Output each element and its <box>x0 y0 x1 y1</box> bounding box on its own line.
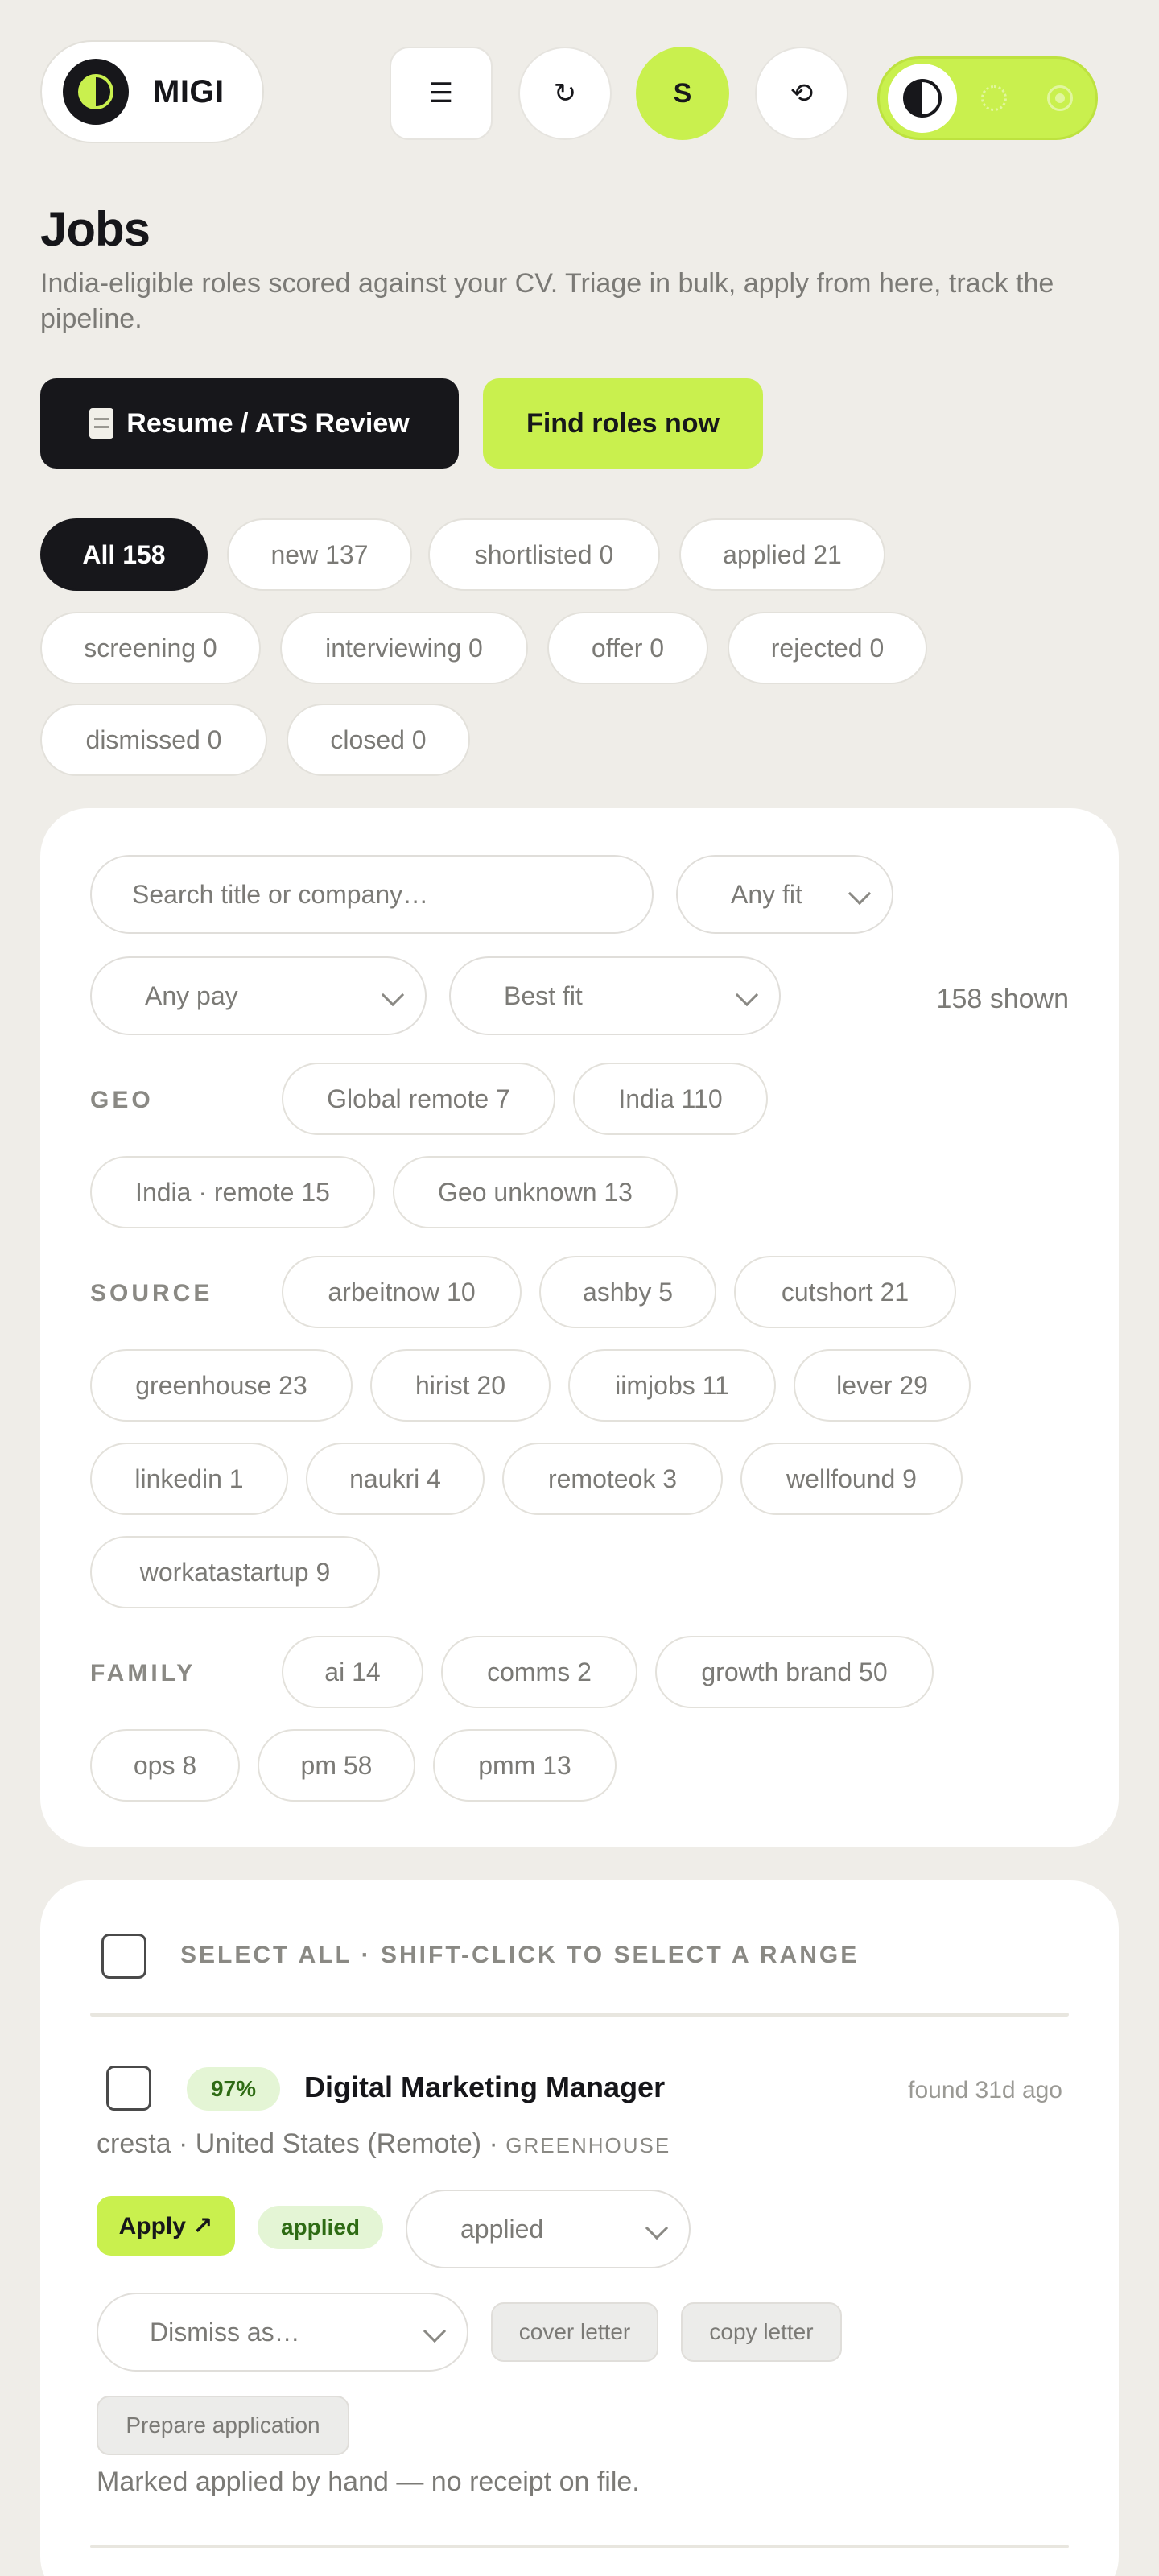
refresh-icon: ↻ <box>553 78 577 109</box>
dismiss-select[interactable]: Dismiss as… <box>97 2293 468 2372</box>
jobs-list: SELECT ALL · SHIFT-CLICK TO SELECT A RAN… <box>40 1880 1119 2576</box>
found-time: found 31d ago <box>908 2077 1062 2103</box>
page-title: Jobs <box>40 202 151 256</box>
geo-chip[interactable]: Global remote 7 <box>282 1063 555 1135</box>
pay-select[interactable]: Any pay <box>90 956 427 1035</box>
job-title[interactable]: Digital Marketing Manager <box>304 2070 665 2104</box>
cover-letter-button[interactable]: cover letter <box>491 2302 658 2362</box>
status-filter-closed[interactable]: closed 0 <box>287 704 470 776</box>
source-chip[interactable]: arbeitnow 10 <box>282 1256 522 1328</box>
source-label: SOURCE <box>90 1280 213 1307</box>
source-chip[interactable]: wellfound 9 <box>740 1443 963 1515</box>
status-filter-all[interactable]: All 158 <box>40 518 208 591</box>
theme-toggle[interactable] <box>877 56 1098 140</box>
job-select-checkbox[interactable] <box>106 2066 151 2111</box>
source-chip[interactable]: workatastartup 9 <box>90 1536 380 1608</box>
status-filter-applied[interactable]: applied 21 <box>679 518 885 591</box>
status-filter-offer[interactable]: offer 0 <box>547 612 708 684</box>
find-roles-button[interactable]: Find roles now <box>483 378 763 469</box>
fit-select-value: Any fit <box>731 879 802 909</box>
family-chip[interactable]: comms 2 <box>441 1636 637 1708</box>
geo-chip[interactable]: India 110 <box>573 1063 768 1135</box>
status-filter-interviewing[interactable]: interviewing 0 <box>280 612 528 684</box>
copy-letter-button[interactable]: copy letter <box>681 2302 842 2362</box>
family-chip[interactable]: ai 14 <box>282 1636 423 1708</box>
status-select-value: applied <box>460 2214 544 2244</box>
source-chip[interactable]: naukri 4 <box>306 1443 485 1515</box>
application-note: Marked applied by hand — no receipt on f… <box>97 2467 640 2497</box>
source-chip[interactable]: remoteok 3 <box>502 1443 723 1515</box>
avatar[interactable]: S <box>636 47 729 140</box>
resume-ats-button[interactable]: Resume / ATS Review <box>40 378 459 469</box>
family-chip[interactable]: pmm 13 <box>433 1729 617 1802</box>
brand-logo[interactable]: MIGI <box>40 40 264 143</box>
divider <box>90 2013 1069 2017</box>
status-filter-new[interactable]: new 137 <box>227 518 412 591</box>
family-chip[interactable]: pm 58 <box>258 1729 415 1802</box>
source-chip[interactable]: cutshort 21 <box>734 1256 956 1328</box>
search-input[interactable]: Search title or company… <box>90 855 654 934</box>
family-chip[interactable]: growth brand 50 <box>655 1636 934 1708</box>
prepare-application-button[interactable]: Prepare application <box>97 2396 349 2455</box>
shown-count: 158 shown <box>936 984 1069 1014</box>
pay-select-value: Any pay <box>145 980 238 1010</box>
geo-label: GEO <box>90 1087 154 1113</box>
geo-chip[interactable]: Geo unknown 13 <box>393 1156 678 1228</box>
chevron-down-icon <box>848 881 872 906</box>
sun-icon[interactable] <box>981 85 1007 111</box>
contrast-icon <box>888 64 957 133</box>
status-filter-shortlisted[interactable]: shortlisted 0 <box>428 518 660 591</box>
select-all-label: SELECT ALL · SHIFT-CLICK TO SELECT A RAN… <box>180 1942 860 1968</box>
status-filter-dismissed[interactable]: dismissed 0 <box>40 704 267 776</box>
geo-chip[interactable]: India · remote 15 <box>90 1156 375 1228</box>
company-location: cresta · United States (Remote) <box>97 2128 482 2159</box>
history-button[interactable]: ⟲ <box>755 47 848 140</box>
status-select[interactable]: applied <box>406 2190 691 2268</box>
menu-button[interactable]: ☰ <box>390 47 493 140</box>
fit-select[interactable]: Any fit <box>676 855 893 934</box>
sort-select-value: Best fit <box>504 980 583 1010</box>
source-chip[interactable]: greenhouse 23 <box>90 1349 353 1422</box>
history-icon: ⟲ <box>790 78 814 109</box>
family-chip[interactable]: ops 8 <box>90 1729 240 1802</box>
status-badge: applied <box>258 2206 383 2249</box>
logo-icon <box>63 59 129 125</box>
avatar-initial: S <box>673 77 692 109</box>
chevron-down-icon <box>423 2319 447 2343</box>
fit-score-badge: 97% <box>187 2067 280 2111</box>
resume-ats-label: Resume / ATS Review <box>126 407 410 439</box>
chevron-down-icon <box>381 983 405 1007</box>
source-chip[interactable]: linkedin 1 <box>90 1443 288 1515</box>
page-subtitle: India-eligible roles scored against your… <box>40 268 1054 334</box>
status-filter-screening[interactable]: screening 0 <box>40 612 261 684</box>
source-chip[interactable]: iimjobs 11 <box>568 1349 776 1422</box>
refresh-button[interactable]: ↻ <box>518 47 612 140</box>
source-chip[interactable]: hirist 20 <box>370 1349 551 1422</box>
source-chip[interactable]: ashby 5 <box>539 1256 716 1328</box>
divider <box>90 2545 1069 2548</box>
sort-select[interactable]: Best fit <box>449 956 781 1035</box>
dismiss-select-value: Dismiss as… <box>150 2317 300 2347</box>
chevron-down-icon <box>735 983 759 1007</box>
select-all-checkbox[interactable] <box>101 1934 146 1979</box>
source-chip[interactable]: lever 29 <box>794 1349 971 1422</box>
job-source: GREENHOUSE <box>505 2133 671 2157</box>
document-icon <box>89 408 114 439</box>
hamburger-icon: ☰ <box>428 78 454 109</box>
filters-panel: Search title or company… Any fit Any pay… <box>40 808 1119 1847</box>
job-company-location: cresta · United States (Remote) · GREENH… <box>97 2128 671 2159</box>
chevron-down-icon <box>645 2216 669 2240</box>
system-icon[interactable] <box>1047 85 1073 111</box>
status-filter-rejected[interactable]: rejected 0 <box>728 612 927 684</box>
brand-name: MIGI <box>153 73 225 109</box>
family-label: FAMILY <box>90 1660 196 1686</box>
apply-button[interactable]: Apply ↗ <box>97 2196 235 2256</box>
